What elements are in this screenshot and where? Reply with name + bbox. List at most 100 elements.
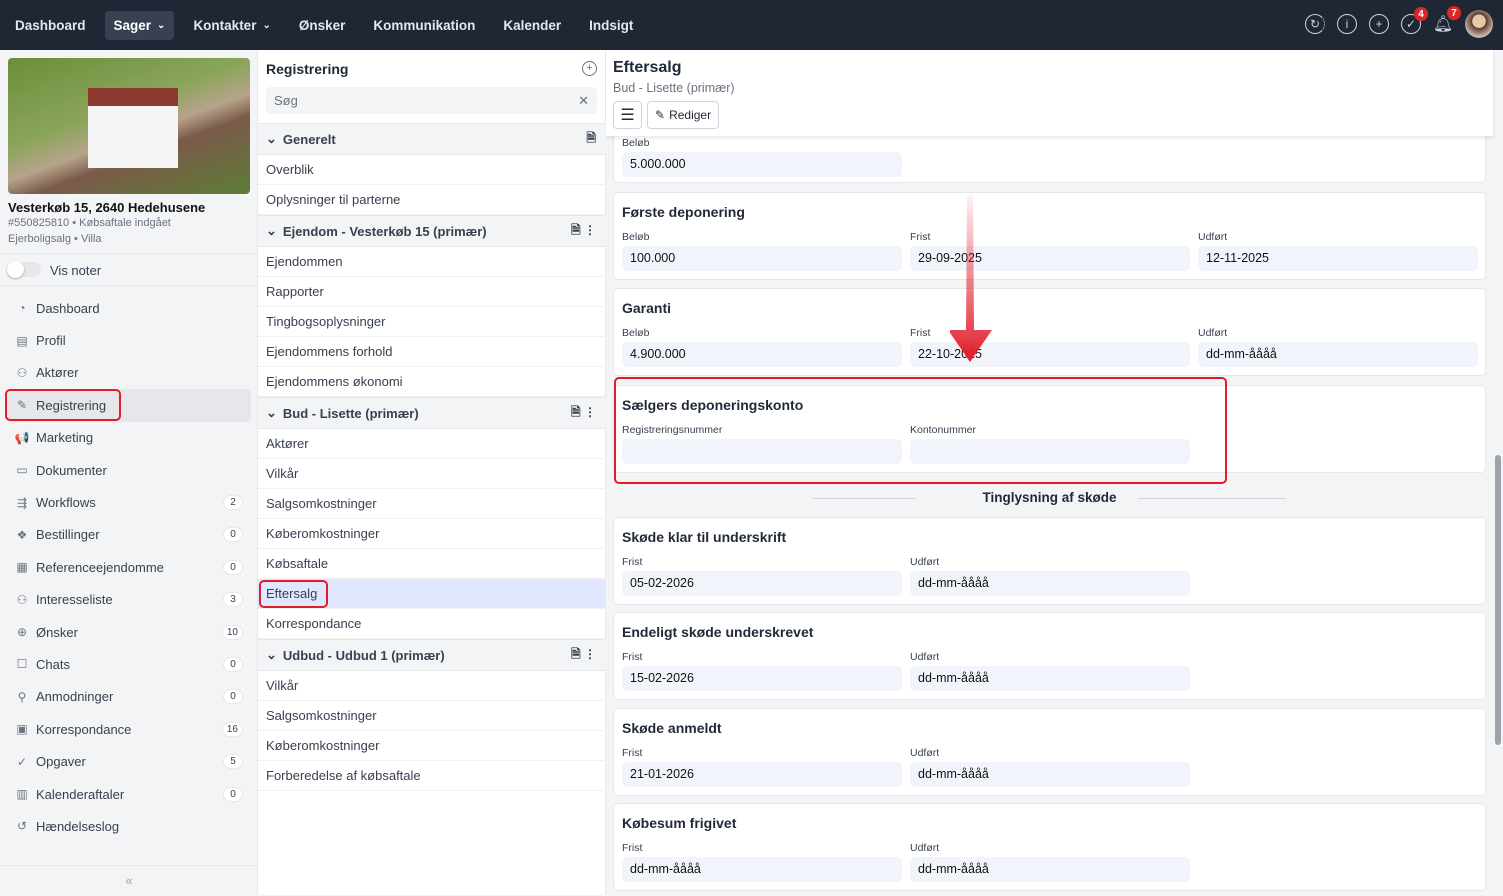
field-input[interactable]: 15-02-2026 xyxy=(622,666,902,691)
list-item[interactable]: Salgsomkostninger xyxy=(258,701,606,731)
menu-button[interactable]: ☰ xyxy=(613,101,642,129)
field-input[interactable]: 12-11-2025 xyxy=(1198,246,1478,271)
tasks-check-icon[interactable]: ✓ 4 xyxy=(1401,7,1428,34)
field-input[interactable]: 100.000 xyxy=(622,246,902,271)
clear-icon[interactable]: ✕ xyxy=(578,93,589,109)
group-header[interactable]: ⌄ Generelt 🗎︎ xyxy=(258,123,606,155)
field-input[interactable]: dd-mm-åååå xyxy=(910,571,1190,596)
field-input[interactable]: dd-mm-åååå xyxy=(910,666,1190,691)
list-item[interactable]: Forberedelse af købsaftale xyxy=(258,761,606,791)
sidebar-item[interactable]: ⚇ Aktører xyxy=(6,357,251,389)
bell-icon[interactable]: 🔔︎ 7 xyxy=(1433,6,1461,34)
notes-toggle[interactable] xyxy=(7,261,41,278)
amount-field[interactable]: 5.000.000 xyxy=(622,152,902,177)
list-item[interactable]: Købsaftale xyxy=(258,549,606,579)
sidebar-item[interactable]: ⚇ Interesseliste 3 xyxy=(6,584,251,616)
menu-icon: ⊕ xyxy=(16,625,28,640)
list-item[interactable]: Ejendommens økonomi xyxy=(258,367,606,397)
list-item[interactable]: Aktører xyxy=(258,429,606,459)
document-icon[interactable]: 🗎︎ xyxy=(586,131,596,145)
menu-icon: 📢 xyxy=(14,430,30,445)
document-icon[interactable]: 🗎︎ xyxy=(571,647,581,661)
group-header[interactable]: ⌄ Udbud - Udbud 1 (primær) 🗎︎ ⋮ xyxy=(258,639,606,671)
chevron-down-icon: ⌄ xyxy=(266,405,277,420)
sidebar-item[interactable]: ▦ Referenceejendomme 0 xyxy=(6,551,251,583)
group-header[interactable]: ⌄ Bud - Lisette (primær) 🗎︎ ⋮ xyxy=(258,397,606,429)
count-badge: 0 xyxy=(223,656,243,672)
list-item[interactable]: Ejendommen xyxy=(258,247,606,277)
count-badge: 0 xyxy=(223,689,243,705)
sidebar-item[interactable]: ⇶ Workflows 2 xyxy=(6,486,251,518)
sidebar-item[interactable]: ❖ Bestillinger 0 xyxy=(6,519,251,551)
field-input[interactable]: dd-mm-åååå xyxy=(1198,342,1478,367)
sidebar-item[interactable]: ▤ Profil xyxy=(6,324,251,356)
field-input[interactable]: dd-mm-åååå xyxy=(910,857,1190,882)
search-input[interactable]: Søg ✕ xyxy=(266,87,597,114)
nav-4[interactable]: Kommunikation xyxy=(364,11,484,40)
count-badge: 10 xyxy=(221,624,243,640)
more-icon[interactable]: ⋮ xyxy=(584,223,596,237)
document-icon[interactable]: 🗎︎ xyxy=(571,223,581,237)
plus-circle-icon[interactable]: + xyxy=(1369,14,1389,34)
sidebar-item[interactable]: ⚲ Anmodninger 0 xyxy=(6,681,251,713)
more-icon[interactable]: ⋮ xyxy=(584,405,596,419)
top-icons: ↻ i + ✓ 4 🔔︎ 7 xyxy=(1305,6,1493,38)
field-label: Frist xyxy=(622,556,643,568)
sidebar-item[interactable]: 📢 Marketing xyxy=(6,422,251,454)
add-icon[interactable]: + xyxy=(582,61,597,76)
list-item[interactable]: Køberomkostninger xyxy=(258,731,606,761)
edit-button[interactable]: ✎ Rediger xyxy=(647,101,720,129)
field-label: Frist xyxy=(622,747,643,759)
field-input[interactable]: 05-02-2026 xyxy=(622,571,902,596)
list-item[interactable]: Køberomkostninger xyxy=(258,519,606,549)
list-item[interactable]: Korrespondance xyxy=(258,609,606,639)
field-input[interactable]: dd-mm-åååå xyxy=(622,857,902,882)
list-item[interactable]: Overblik xyxy=(258,155,606,185)
menu-icon: ▭ xyxy=(16,463,28,478)
nav-3[interactable]: Ønsker xyxy=(290,11,355,40)
refresh-icon[interactable]: ↻ xyxy=(1305,14,1325,34)
sidebar-item[interactable]: ✓ Opgaver 5 xyxy=(6,745,251,777)
sidebar-item[interactable]: ▭ Dokumenter xyxy=(6,454,251,486)
menu-icon: ▣ xyxy=(16,722,28,737)
nav-6[interactable]: Indsigt xyxy=(580,11,642,40)
list-item[interactable]: Tingbogsoplysninger xyxy=(258,307,606,337)
list-item[interactable]: Vilkår xyxy=(258,459,606,489)
more-icon[interactable]: ⋮ xyxy=(584,647,596,661)
chevron-down-icon: ⌄ xyxy=(266,223,277,238)
sidebar-item[interactable]: ▥ Kalenderaftaler 0 xyxy=(6,778,251,810)
field-input[interactable]: 21-01-2026 xyxy=(622,762,902,787)
sidebar-item[interactable]: ⊕ Ønsker 10 xyxy=(6,616,251,648)
nav-5[interactable]: Kalender xyxy=(494,11,570,40)
page-header: Eftersalg Bud - Lisette (primær) ☰ ✎ Redi… xyxy=(606,50,1493,136)
list-item[interactable]: Rapporter xyxy=(258,277,606,307)
form-card: Skøde klar til underskrift Frist 05-02-202… xyxy=(613,517,1486,605)
document-icon[interactable]: 🗎︎ xyxy=(571,405,581,419)
sidebar-item[interactable]: ☐ Chats 0 xyxy=(6,648,251,680)
menu-icon: ▤ xyxy=(16,333,28,348)
field-input[interactable]: 4.900.000 xyxy=(622,342,902,367)
sidebar-item[interactable]: ▣ Korrespondance 16 xyxy=(6,713,251,745)
field-input[interactable]: dd-mm-åååå xyxy=(910,762,1190,787)
menu-icon: ⚲ xyxy=(17,689,27,704)
info-icon[interactable]: i xyxy=(1337,14,1357,34)
group-header[interactable]: ⌄ Ejendom - Vesterkøb 15 (primær) 🗎︎ ⋮ xyxy=(258,215,606,247)
field-label: Frist xyxy=(622,651,643,663)
chevron-down-icon: ⌄ xyxy=(266,131,277,146)
count-badge: 0 xyxy=(223,786,243,802)
menu-icon: ▥ xyxy=(16,787,28,802)
list-item[interactable]: Oplysninger til parterne xyxy=(258,185,606,215)
collapse-sidebar-button[interactable]: « xyxy=(0,865,258,895)
list-item[interactable]: Ejendommens forhold xyxy=(258,337,606,367)
nav-1[interactable]: Sager ⌄ xyxy=(104,10,175,40)
nav-0[interactable]: Dashboard xyxy=(6,11,95,40)
list-item[interactable]: Vilkår xyxy=(258,671,606,701)
nav-2[interactable]: Kontakter ⌄ xyxy=(184,11,279,40)
scrollbar[interactable] xyxy=(1495,455,1501,745)
list-item[interactable]: Salgsomkostninger xyxy=(258,489,606,519)
avatar[interactable] xyxy=(1465,10,1493,38)
count-badge: 2 xyxy=(223,495,243,511)
sidebar-item[interactable]: ◔ Dashboard xyxy=(6,292,251,324)
sidebar-item[interactable]: ↺ Hændelseslog xyxy=(6,810,251,842)
field-label: Frist xyxy=(910,231,931,243)
